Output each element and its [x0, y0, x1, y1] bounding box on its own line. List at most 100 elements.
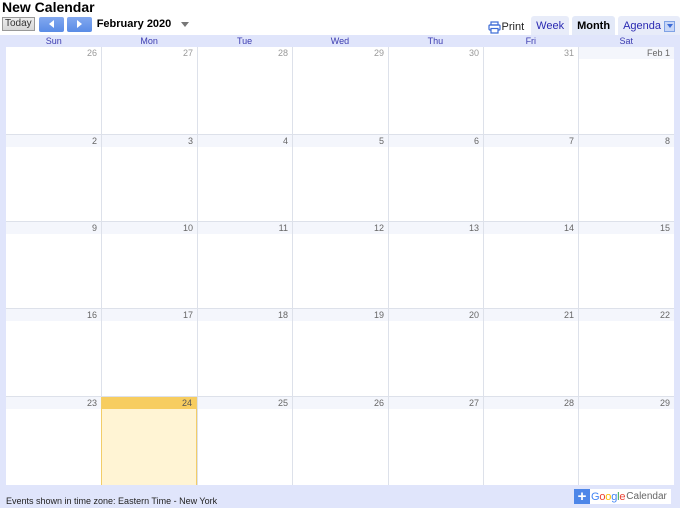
day-number[interactable]: 24: [102, 397, 196, 409]
day-number[interactable]: 14: [484, 222, 578, 234]
day-cell[interactable]: 31: [483, 47, 578, 134]
day-number[interactable]: 4: [198, 135, 292, 147]
day-number[interactable]: 2: [6, 135, 101, 147]
tab-week[interactable]: Week: [531, 16, 570, 36]
day-cell[interactable]: 4: [197, 135, 292, 221]
chevron-right-icon: [76, 20, 82, 28]
week-row: 16 17 18 19 20 21 22: [6, 308, 674, 396]
day-number[interactable]: 18: [198, 309, 292, 321]
day-cell[interactable]: 2: [6, 135, 101, 221]
month-dropdown-icon[interactable]: [181, 21, 190, 27]
day-cell[interactable]: 30: [388, 47, 483, 134]
day-cell[interactable]: 22: [578, 309, 674, 396]
day-cell[interactable]: 11: [197, 222, 292, 308]
day-number[interactable]: 19: [293, 309, 388, 321]
tab-agenda[interactable]: Agenda: [618, 16, 680, 36]
tab-month[interactable]: Month: [572, 16, 616, 36]
day-number[interactable]: 7: [484, 135, 578, 147]
day-number[interactable]: 17: [102, 309, 197, 321]
day-number[interactable]: 30: [389, 47, 483, 59]
day-cell[interactable]: 19: [292, 309, 388, 396]
day-cell[interactable]: 20: [388, 309, 483, 396]
add-to-google-calendar-button[interactable]: + Google Calendar: [574, 489, 671, 504]
view-toolbar: Print Week Month Agenda: [487, 14, 680, 36]
day-number[interactable]: 8: [579, 135, 674, 147]
day-cell-today[interactable]: 24: [101, 397, 197, 485]
day-number[interactable]: 10: [102, 222, 197, 234]
day-cell[interactable]: 26: [292, 397, 388, 485]
day-cell[interactable]: 15: [578, 222, 674, 308]
day-number[interactable]: 28: [198, 47, 292, 59]
day-number[interactable]: 20: [389, 309, 483, 321]
day-number[interactable]: 3: [102, 135, 197, 147]
day-cell[interactable]: 13: [388, 222, 483, 308]
day-number[interactable]: 29: [579, 397, 674, 409]
plus-icon: +: [574, 489, 590, 504]
day-cell[interactable]: 14: [483, 222, 578, 308]
day-number[interactable]: 15: [579, 222, 674, 234]
day-cell[interactable]: 8: [578, 135, 674, 221]
day-cell[interactable]: 23: [6, 397, 101, 485]
print-button[interactable]: Print: [487, 18, 525, 36]
day-number[interactable]: 9: [6, 222, 101, 234]
day-cell[interactable]: 26: [6, 47, 101, 134]
day-cell[interactable]: 25: [197, 397, 292, 485]
day-number[interactable]: 27: [389, 397, 483, 409]
day-number[interactable]: 11: [198, 222, 292, 234]
week-row: 26 27 28 29 30 31 Feb 1: [6, 47, 674, 134]
day-number[interactable]: 12: [293, 222, 388, 234]
today-button[interactable]: Today: [2, 17, 35, 31]
day-number[interactable]: 26: [6, 47, 101, 59]
prev-month-button[interactable]: [38, 16, 64, 32]
day-cell[interactable]: Feb 1: [578, 47, 674, 134]
day-cell[interactable]: 5: [292, 135, 388, 221]
day-number[interactable]: 25: [198, 397, 292, 409]
day-cell[interactable]: 18: [197, 309, 292, 396]
calendar-nav: Today February 2020: [2, 16, 190, 32]
day-number[interactable]: 26: [293, 397, 388, 409]
day-cell[interactable]: 28: [197, 47, 292, 134]
weekday-label: Sun: [45, 36, 62, 46]
day-number[interactable]: 31: [484, 47, 578, 59]
day-cell[interactable]: 21: [483, 309, 578, 396]
day-cell[interactable]: 29: [578, 397, 674, 485]
day-cell[interactable]: 3: [101, 135, 197, 221]
print-label: Print: [501, 21, 525, 33]
day-number[interactable]: 5: [293, 135, 388, 147]
day-number[interactable]: 16: [6, 309, 101, 321]
day-number[interactable]: 13: [389, 222, 483, 234]
day-number[interactable]: 23: [6, 397, 101, 409]
timezone-note: Events shown in time zone: Eastern Time …: [6, 496, 218, 506]
day-cell[interactable]: 9: [6, 222, 101, 308]
day-cell[interactable]: 16: [6, 309, 101, 396]
day-number[interactable]: 6: [389, 135, 483, 147]
weekday-label: Sat: [619, 36, 633, 46]
week-row: 23 24 25 26 27 28 29: [6, 396, 674, 485]
day-cell[interactable]: 28: [483, 397, 578, 485]
day-number[interactable]: Feb 1: [579, 47, 674, 59]
day-number[interactable]: 29: [293, 47, 388, 59]
day-number[interactable]: 21: [484, 309, 578, 321]
view-dropdown-button[interactable]: [664, 20, 675, 32]
day-number[interactable]: 28: [484, 397, 578, 409]
day-cell[interactable]: 10: [101, 222, 197, 308]
day-cell[interactable]: 6: [388, 135, 483, 221]
day-cell[interactable]: 12: [292, 222, 388, 308]
day-cell[interactable]: 17: [101, 309, 197, 396]
calendar-frame: Sun Mon Tue Wed Thu Fri Sat 26 27 28 29 30 31 Feb 12…: [0, 35, 680, 508]
chevron-down-icon: [666, 24, 673, 28]
weekday-label: Fri: [525, 36, 537, 46]
day-number[interactable]: 22: [579, 309, 674, 321]
day-cell[interactable]: 7: [483, 135, 578, 221]
day-cell[interactable]: 29: [292, 47, 388, 134]
weekday-label: Tue: [236, 36, 253, 46]
calendar-title: New Calendar: [2, 0, 95, 15]
day-number[interactable]: 27: [102, 47, 197, 59]
tab-month-label: Month: [577, 20, 611, 32]
next-month-button[interactable]: [66, 16, 92, 32]
weekday-header: Sun Mon Tue Wed Thu Fri Sat: [6, 35, 674, 47]
weekday-label: Mon: [140, 36, 158, 46]
day-cell[interactable]: 27: [101, 47, 197, 134]
day-cell[interactable]: 27: [388, 397, 483, 485]
weekday-label: Wed: [330, 36, 350, 46]
